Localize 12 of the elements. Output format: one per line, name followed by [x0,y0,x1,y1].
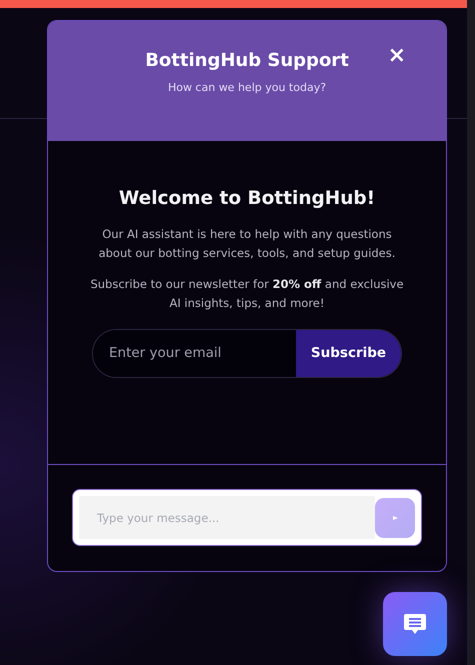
chat-bubble-icon [404,614,426,634]
welcome-heading: Welcome to BottingHub! [118,187,376,211]
close-button[interactable]: × [388,45,406,67]
chat-subtitle: How can we help you today? [168,80,326,96]
chat-title: BottingHub Support [145,49,349,73]
offer-text: Subscribe to our newsletter for 20% off and exclusive AI insights, tips, and more! [89,276,405,312]
intro-text: Our AI assistant is here to help with any questions about our botting services, tools, and setup guides. [98,226,396,262]
message-field[interactable]: Type your message... [79,496,375,539]
chat-launcher-button[interactable] [383,592,447,656]
send-icon [392,516,398,520]
email-field[interactable]: Enter your email [93,330,296,377]
subscribe-button[interactable]: Subscribe [296,330,401,377]
